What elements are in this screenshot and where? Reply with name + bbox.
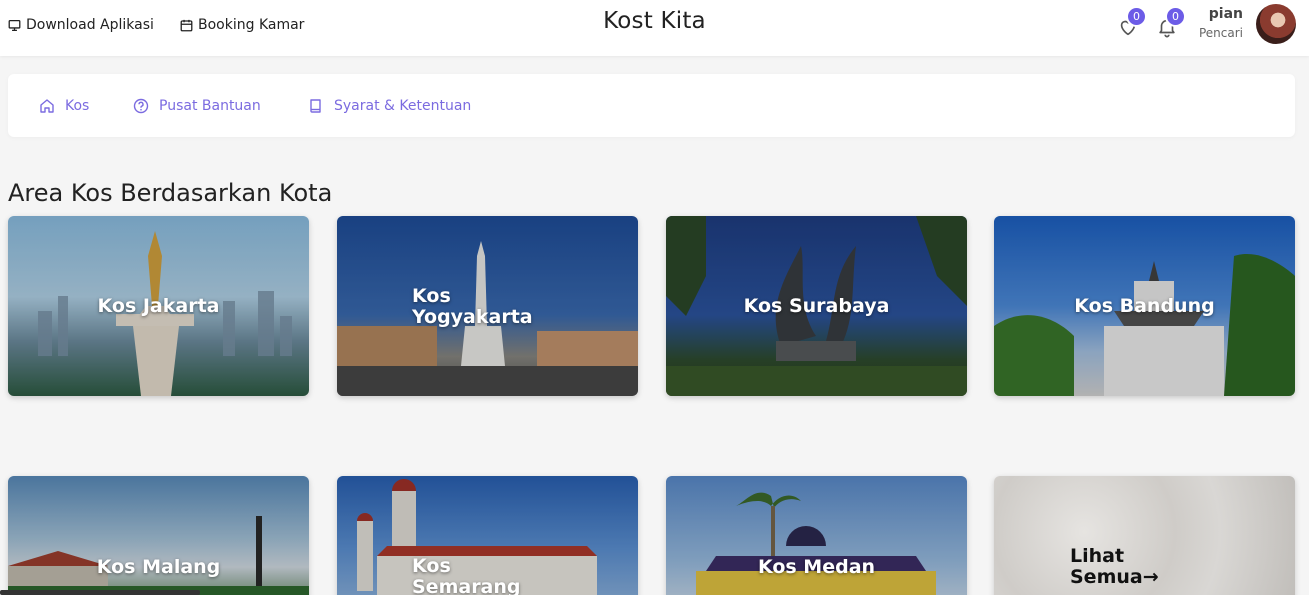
wishlist-count-badge: 0 [1126,6,1147,27]
wishlist-button[interactable]: 0 [1117,6,1147,37]
booking-room-link[interactable]: Booking Kamar [180,16,304,34]
nav-item-kos[interactable]: Kos [39,96,89,116]
nav-item-syarat-ketentuan[interactable]: Syarat & Ketentuan [308,96,471,116]
view-all-card[interactable]: Lihat Semua→ [994,476,1295,595]
city-card-surabaya[interactable]: Kos Surabaya [666,216,967,396]
city-card-label: Kos Bandung [1074,295,1215,317]
help-circle-icon [133,98,149,114]
nav-item-label: Pusat Bantuan [159,98,261,114]
city-card-label: Kos Yogyakarta [412,285,533,328]
nav-item-label: Syarat & Ketentuan [334,98,472,114]
user-role: Pencari [1198,26,1243,40]
avatar[interactable] [1256,4,1296,44]
calendar-icon [180,19,193,31]
city-card-yogyakarta[interactable]: Kos Yogyakarta [337,216,638,396]
nav-item-pusat-bantuan[interactable]: Pusat Bantuan [133,96,261,116]
city-card-label: Kos Surabaya [743,295,890,317]
monitor-icon [8,19,21,31]
city-card-bandung[interactable]: Kos Bandung [994,216,1295,396]
city-card-malang[interactable]: Kos Malang [8,476,309,595]
download-app-label: Download Aplikasi [26,17,154,33]
notification-button[interactable]: 0 [1156,6,1186,38]
city-card-label: Kos Medan [757,556,876,578]
city-card-semarang[interactable]: Kos Semarang [337,476,638,595]
view-all-label: Lihat Semua→ [1070,545,1159,588]
city-card-label: Kos Malang [96,556,221,578]
user-name[interactable]: pian [1209,6,1243,22]
top-bar: Download Aplikasi Booking Kamar Kost Kit… [0,0,1309,56]
notification-count-badge: 0 [1165,6,1186,27]
brand-title[interactable]: Kost Kita [603,8,706,34]
book-icon [310,99,321,113]
city-card-label: Kos Jakarta [97,295,220,317]
city-card-label: Kos Semarang [412,555,521,595]
main-nav: Kos Pusat Bantuan Syarat & Ketentuan [8,74,1295,137]
download-app-link[interactable]: Download Aplikasi [8,16,154,34]
city-card-jakarta[interactable]: Kos Jakarta [8,216,309,396]
section-title: Area Kos Berdasarkan Kota [8,179,333,207]
horizontal-scrollbar[interactable] [0,590,200,595]
home-icon [40,99,54,113]
city-card-medan[interactable]: Kos Medan [666,476,967,595]
booking-room-label: Booking Kamar [198,17,305,33]
nav-item-label: Kos [65,98,90,114]
